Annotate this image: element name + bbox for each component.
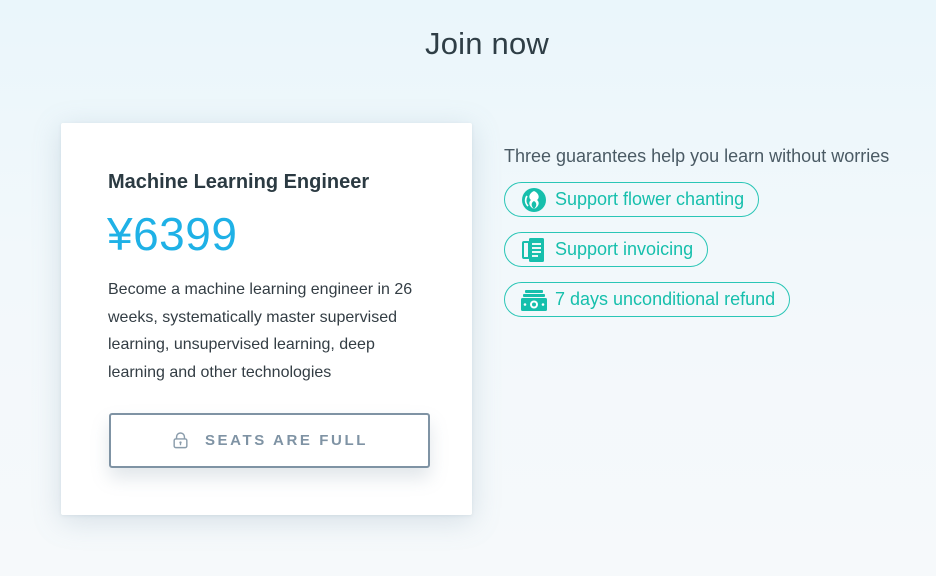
page-title: Join now <box>425 26 549 61</box>
course-description: Become a machine learning engineer in 26… <box>108 281 413 381</box>
seats-full-button[interactable]: SEATS ARE FULL <box>109 413 430 468</box>
flower-chanting-icon <box>522 187 546 212</box>
guarantees-panel: Three guarantees help you learn without … <box>504 146 889 332</box>
course-title: Machine Learning Engineer <box>108 171 370 193</box>
guarantee-flower-chanting-label: Support flower chanting <box>555 189 745 209</box>
seats-full-label: SEATS ARE FULL <box>204 432 369 449</box>
guarantee-flower-chanting[interactable]: Support flower chanting <box>504 182 760 217</box>
guarantee-invoicing-label: Support invoicing <box>555 239 694 259</box>
invoice-icon <box>522 237 544 262</box>
lock-icon <box>173 431 188 448</box>
guarantee-refund-label: 7 days unconditional refund <box>555 289 776 309</box>
course-price: ¥6399 <box>107 208 238 260</box>
pricing-card: Machine Learning Engineer ¥6399 Become a… <box>61 123 472 515</box>
guarantee-refund[interactable]: 7 days unconditional refund <box>504 282 791 317</box>
guarantees-heading: Three guarantees help you learn without … <box>504 146 890 166</box>
guarantee-invoicing[interactable]: Support invoicing <box>504 232 709 267</box>
refund-cash-icon <box>521 289 547 311</box>
